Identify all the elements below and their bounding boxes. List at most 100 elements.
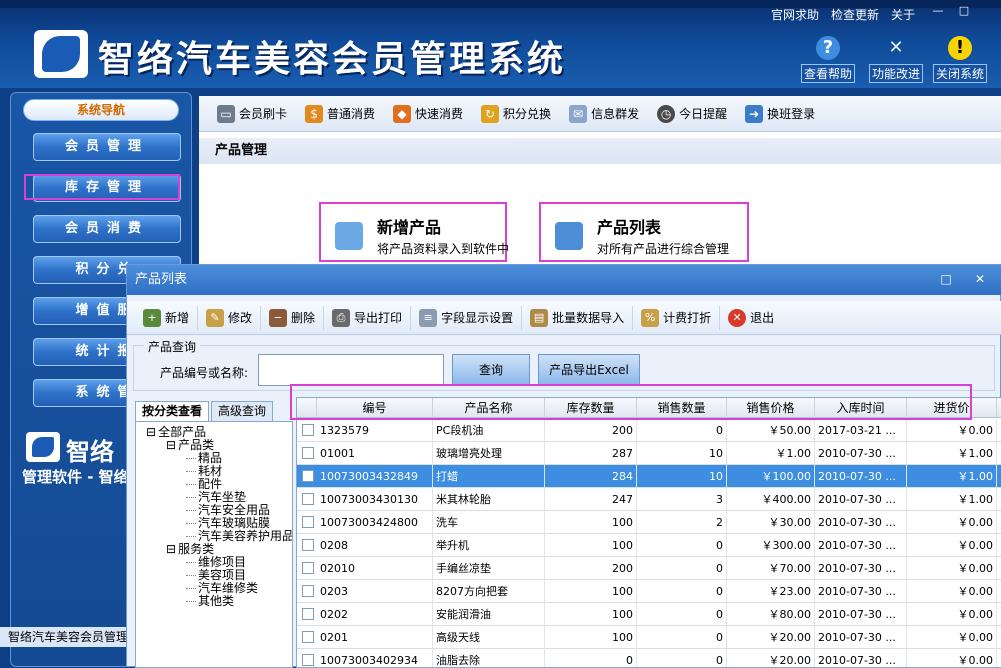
tab-by-category[interactable]: 按分类查看 (135, 401, 210, 421)
tree-node[interactable]: 其他类 (186, 595, 234, 608)
dialog-close-button[interactable]: ✕ (971, 271, 989, 287)
row-checkbox[interactable] (302, 470, 314, 482)
table-cell: ￥23.00 (727, 580, 815, 603)
check-update-link[interactable]: 检查更新 (831, 6, 879, 23)
table-row[interactable]: 0201 高级天线 100 0 ￥20.00 2010-07-30 ... ￥0.00 (297, 626, 1001, 649)
delete-button[interactable]: − 删除 (261, 305, 325, 330)
tree-node-label: 产品类 (178, 438, 215, 452)
minimize-button[interactable]: — (928, 4, 948, 20)
about-link[interactable]: 关于 (891, 6, 915, 23)
table-row[interactable]: 1323579 PC段机油 200 0 ￥50.00 2017-03-21 ... ￥0.0… (297, 419, 1001, 442)
table-row[interactable]: 10073003402934 油脂去除 0 0 ￥20.00 2010-07-30 ...… (297, 649, 1001, 667)
row-checkbox[interactable] (302, 539, 314, 551)
table-cell: 2 (637, 511, 727, 534)
edit-button[interactable]: ✎ 修改 (198, 305, 262, 330)
table-cell: 0 (637, 419, 727, 442)
new-product-card[interactable]: 新增产品 将产品资料录入到软件中 (319, 202, 509, 262)
close-system-button[interactable]: ! 关闭系统 (928, 36, 992, 83)
table-cell: 100 (545, 534, 637, 557)
table-cell: 2017-03-21 ... (815, 419, 907, 442)
tree-branch-line (186, 523, 196, 524)
table-row[interactable]: 0202 安能润滑油 100 0 ￥80.00 2010-07-30 ... ￥0.00 (297, 603, 1001, 626)
row-checkbox[interactable] (302, 424, 314, 436)
table-cell: 2010-07-30 ... (815, 534, 907, 557)
table-cell: 100 (545, 511, 637, 534)
tools-icon: ✕ (888, 37, 904, 58)
export-excel-button[interactable]: 产品导出Excel (538, 354, 640, 386)
tree-toggle-icon[interactable]: ⊟ (166, 542, 176, 556)
shift-login-label: 换班登录 (767, 107, 816, 121)
export-print-label: 导出打印 (354, 311, 403, 325)
table-row[interactable]: 10073003424800 洗车 100 2 ￥30.00 2010-07-30 ...… (297, 511, 1001, 534)
member-card-button[interactable]: ▭ 会员刷卡 (217, 104, 287, 123)
table-row[interactable]: 0203 8207方向把套 100 0 ￥23.00 2010-07-30 ... ￥0.0… (297, 580, 1001, 603)
table-cell: 01001 (317, 442, 433, 465)
exchange-icon: ↻ (481, 104, 500, 123)
row-checkbox[interactable] (302, 654, 314, 666)
tree-toggle-icon[interactable]: ⊟ (146, 425, 156, 439)
tree-node-label: 维修项目 (198, 555, 247, 569)
product-list-card[interactable]: 产品列表 对所有产品进行综合管理 (539, 202, 749, 262)
tab-advanced-query[interactable]: 高级查询 (211, 401, 274, 421)
table-cell: ￥100.00 (727, 465, 815, 488)
mass-message-button[interactable]: ✉ 信息群发 (569, 104, 639, 123)
top-links: 官网求助 检查更新 关于 (771, 6, 915, 23)
table-cell: 0 (637, 557, 727, 580)
row-checkbox[interactable] (302, 493, 314, 505)
row-checkbox[interactable] (302, 608, 314, 620)
table-row[interactable]: 02010 手编丝凉垫 200 0 ￥70.00 2010-07-30 ... ￥0.00 (297, 557, 1001, 580)
add-button[interactable]: + 新增 (135, 305, 199, 330)
batch-import-button[interactable]: ▤ 批量数据导入 (522, 305, 634, 330)
row-checkbox[interactable] (302, 516, 314, 528)
table-cell: 0201 (317, 626, 433, 649)
row-checkbox[interactable] (302, 562, 314, 574)
help-link[interactable]: 官网求助 (771, 6, 819, 23)
points-exchange-label: 积分兑换 (503, 107, 552, 121)
today-reminder-button[interactable]: ◷ 今日提醒 (657, 104, 727, 123)
row-checkbox[interactable] (302, 631, 314, 643)
tree-node-label: 美容项目 (198, 568, 247, 582)
table-row[interactable]: 10073003430130 米其林轮胎 247 3 ￥400.00 2010-07-30… (297, 488, 1001, 511)
main-toolbar: ▭ 会员刷卡 $ 普通消费 ◆ 快速消费 ↻ 积分兑换 ✉ 信息群发 ◷ 今日提醒 ➜ 换班登… (199, 96, 1001, 132)
table-row[interactable]: 01001 玻璃增亮处理 287 10 ￥1.00 2010-07-30 ... ￥1.00 (297, 442, 1001, 465)
table-cell: 8207方向把套 (433, 580, 545, 603)
discount-icon: % (641, 308, 660, 327)
maximize-button[interactable]: □ (954, 4, 974, 20)
tree-toggle-icon[interactable]: ⊟ (166, 438, 176, 452)
table-cell: PC段机油 (433, 419, 545, 442)
tree-node-label: 其他类 (198, 594, 235, 608)
row-checkbox[interactable] (302, 585, 314, 597)
points-exchange-button[interactable]: ↻ 积分兑换 (481, 104, 552, 123)
product-list-title: 产品列表 (597, 218, 662, 237)
table-cell: 2010-07-30 ... (815, 465, 907, 488)
coin-icon: $ (305, 104, 324, 123)
edit-icon: ✎ (206, 308, 225, 327)
app-title: 智络汽车美容会员管理系统 (98, 39, 567, 80)
sidebar-item-consumption[interactable]: 会员消费 (33, 215, 181, 243)
quick-consume-button[interactable]: ◆ 快速消费 (393, 104, 463, 123)
sidebar-item-member[interactable]: 会员管理 (33, 133, 181, 161)
help-button[interactable]: ? 查看帮助 (796, 36, 860, 83)
dialog-maximize-button[interactable]: □ (937, 271, 955, 287)
export-print-button[interactable]: ⎙ 导出打印 (324, 305, 412, 330)
table-cell: ￥20.00 (727, 626, 815, 649)
table-row[interactable]: 10073003432849 打蜡 284 10 ￥100.00 2010-07-30 .… (297, 465, 1001, 488)
search-button[interactable]: 查询 (452, 354, 530, 386)
shift-login-button[interactable]: ➜ 换班登录 (745, 104, 816, 123)
discount-button[interactable]: % 计费打折 (633, 305, 721, 330)
feature-improve-button[interactable]: ✕ 功能改进 (864, 36, 928, 83)
field-settings-button[interactable]: ≡ 字段显示设置 (411, 305, 523, 330)
table-cell: ￥1.00 (907, 488, 997, 511)
normal-consume-button[interactable]: $ 普通消费 (305, 104, 375, 123)
sidebar-logo-text: 智络 (66, 438, 114, 466)
table-row[interactable]: 0208 举升机 100 0 ￥300.00 2010-07-30 ... ￥0.00 (297, 534, 1001, 557)
product-search-input[interactable] (258, 354, 444, 386)
product-list-subtitle: 对所有产品进行综合管理 (597, 242, 730, 256)
table-cell: 10073003424800 (317, 511, 433, 534)
feature-improve-label: 功能改进 (868, 64, 923, 83)
tree-node-label: 汽车坐垫 (198, 490, 247, 504)
tree-branch-line (186, 601, 196, 602)
dialog-title: 产品列表 (127, 265, 1001, 295)
row-checkbox[interactable] (302, 447, 314, 459)
exit-button[interactable]: ✕ 退出 (720, 306, 782, 330)
